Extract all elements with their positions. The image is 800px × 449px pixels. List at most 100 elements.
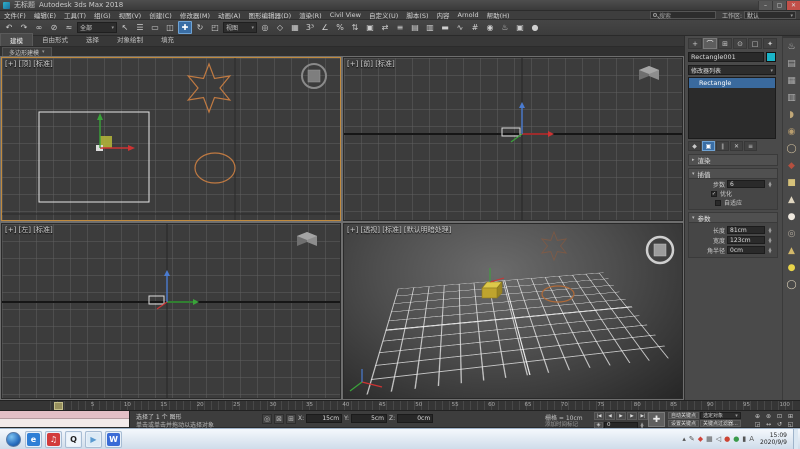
selection-filter-key-dropdown[interactable]: 选定对象: [700, 412, 741, 419]
cone-icon[interactable]: ▲: [785, 193, 798, 206]
configure-modifier-sets-icon[interactable]: ≡: [744, 141, 757, 151]
interpolation-rollout-header[interactable]: 插值: [689, 169, 777, 179]
shoe-icon[interactable]: ◆: [785, 159, 798, 172]
ribbon-tab[interactable]: 对象绘制: [108, 33, 152, 46]
selection-filter-dropdown[interactable]: 全部: [77, 22, 117, 33]
tube-icon[interactable]: ◯: [785, 278, 798, 291]
remove-modifier-icon[interactable]: ✕: [730, 141, 743, 151]
adaptive-checkbox[interactable]: [715, 200, 721, 206]
render-production-icon[interactable]: ●: [528, 21, 542, 34]
named-selection-sets-icon[interactable]: ▣: [363, 21, 377, 34]
workspace-dropdown[interactable]: 默认: [744, 11, 796, 19]
circle-shape[interactable]: [195, 153, 235, 183]
ime-tray-icon[interactable]: A: [749, 435, 754, 443]
auto-key-button[interactable]: 自动关键点: [668, 412, 699, 419]
mirror-icon[interactable]: ⇄: [378, 21, 392, 34]
qq-icon[interactable]: Q: [65, 431, 82, 448]
search-input[interactable]: 搜索: [650, 11, 716, 19]
play-icon[interactable]: ▶: [616, 412, 626, 420]
select-and-scale-icon[interactable]: ◰: [208, 21, 222, 34]
material-editor-icon[interactable]: ◉: [483, 21, 497, 34]
viewport-left-label[interactable]: [+] [左] [标准]: [5, 225, 53, 235]
security-tray-icon[interactable]: ◆: [698, 435, 703, 443]
layers-icon[interactable]: ▥: [785, 91, 798, 104]
percent-snap-icon[interactable]: %: [333, 21, 347, 34]
ribbon-tab[interactable]: 自由形式: [33, 33, 77, 46]
previous-frame-icon[interactable]: ◀: [605, 412, 615, 420]
go-to-end-icon[interactable]: ▶|: [638, 412, 648, 420]
render-setup-icon[interactable]: ♨: [498, 21, 512, 34]
menu-item[interactable]: 视图(V): [115, 11, 146, 19]
safe-tray-icon[interactable]: ●: [733, 435, 739, 443]
chart-icon[interactable]: ▤: [785, 57, 798, 70]
spinner-arrows[interactable]: ▲▼: [767, 180, 773, 188]
donut-icon[interactable]: ◯: [785, 142, 798, 155]
object-color-swatch[interactable]: [766, 52, 776, 62]
viewport-perspective[interactable]: [+] [透视] [标准] [默认明暗处理]: [343, 223, 683, 399]
menu-item[interactable]: 图形编辑器(D): [245, 11, 296, 19]
object-name-field[interactable]: Rectangle001: [688, 52, 764, 62]
hand-icon[interactable]: ◗: [785, 108, 798, 121]
viewcube[interactable]: [647, 237, 673, 263]
spinner-arrows[interactable]: ▲▼: [767, 236, 773, 244]
viewport-top[interactable]: [+] [顶] [标准]: [1, 57, 341, 221]
modifier-list-dropdown[interactable]: 修改器列表: [688, 65, 776, 75]
move-gizmo[interactable]: [157, 270, 199, 309]
select-and-rotate-icon[interactable]: ↻: [193, 21, 207, 34]
rectangle-shape[interactable]: [39, 112, 149, 202]
hierarchy-tab[interactable]: ⊞: [718, 38, 732, 49]
key-filters-button[interactable]: 关键点过滤器...: [700, 420, 741, 427]
align-icon[interactable]: ≡: [393, 21, 407, 34]
geosphere-icon[interactable]: ●: [785, 261, 798, 274]
star-shape[interactable]: [188, 64, 230, 112]
viewport-front[interactable]: [+] [前] [标准]: [343, 57, 683, 221]
schematic-view-icon[interactable]: #: [468, 21, 482, 34]
move-gizmo[interactable]: [96, 113, 135, 151]
set-key-mode-button[interactable]: 设置关键点: [668, 420, 699, 427]
maxscript-macro-row[interactable]: [0, 411, 129, 419]
menu-item[interactable]: 动画(A): [214, 11, 245, 19]
maximize-viewport-icon[interactable]: ◱: [785, 420, 796, 428]
polygon-modeling-tab[interactable]: 多边形建模: [2, 47, 52, 56]
go-to-start-icon[interactable]: |◀: [594, 412, 604, 420]
length-field[interactable]: 81cm: [727, 226, 765, 234]
spinner-arrows[interactable]: ▲▼: [767, 226, 773, 234]
pan-icon[interactable]: ↔: [763, 420, 774, 428]
music-app-icon[interactable]: ♫: [45, 431, 62, 448]
close-button[interactable]: ✕: [786, 1, 800, 10]
show-end-result-icon[interactable]: ▣: [702, 141, 715, 151]
menu-item[interactable]: 自定义(U): [365, 11, 402, 19]
start-button[interactable]: [6, 432, 21, 447]
menu-item[interactable]: 组(G): [90, 11, 115, 19]
zoom-icon[interactable]: ⊕: [752, 412, 763, 420]
network-tray-icon[interactable]: ▦: [706, 435, 713, 443]
tray-expand-icon[interactable]: ▴: [682, 435, 686, 443]
optimize-checkbox[interactable]: [711, 191, 717, 197]
viewport-front-label[interactable]: [+] [前] [标准]: [347, 59, 395, 69]
jar-icon[interactable]: ◉: [785, 125, 798, 138]
zoom-extents-all-icon[interactable]: ⊞: [785, 412, 796, 420]
curve-editor-icon[interactable]: ∿: [453, 21, 467, 34]
menu-item[interactable]: 修改器(M): [176, 11, 214, 19]
grid-icon[interactable]: ▦: [785, 74, 798, 87]
scene-explorer-icon[interactable]: ▤: [408, 21, 422, 34]
sphere-icon[interactable]: ●: [785, 210, 798, 223]
box-icon[interactable]: ■: [785, 176, 798, 189]
snaps-toggle-icon[interactable]: 3³: [303, 21, 317, 34]
utilities-tab[interactable]: ✦: [763, 38, 777, 49]
zoom-extents-icon[interactable]: ⊡: [774, 412, 785, 420]
modify-tab[interactable]: ⌒: [703, 38, 717, 49]
width-field[interactable]: 123cm: [727, 236, 765, 244]
viewport-top-label[interactable]: [+] [顶] [标准]: [5, 59, 53, 69]
menu-item[interactable]: 编辑(E): [30, 11, 60, 19]
menu-item[interactable]: Civil View: [326, 11, 365, 19]
music-tray-icon[interactable]: ●: [724, 435, 730, 443]
display-tab[interactable]: □: [748, 38, 762, 49]
parameters-rollout-header[interactable]: 参数: [689, 213, 777, 223]
absolute-mode-icon[interactable]: ⊞: [286, 414, 296, 424]
viewcube[interactable]: [297, 232, 317, 246]
menu-item[interactable]: 创建(C): [145, 11, 176, 19]
box-object[interactable]: [482, 268, 504, 298]
viewcube[interactable]: [639, 66, 659, 80]
add-time-tag[interactable]: 添加时间标记: [545, 420, 578, 428]
